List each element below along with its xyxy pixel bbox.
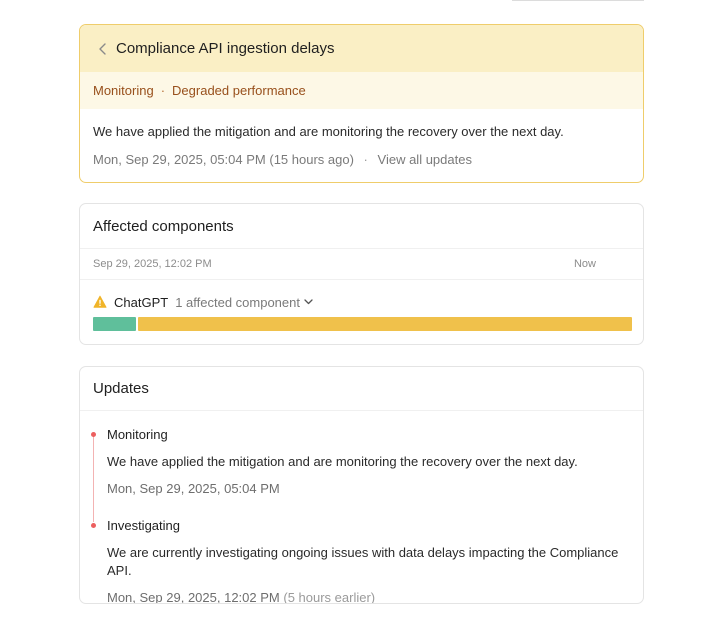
range-end: Now <box>573 258 596 270</box>
updates-card: Updates Monitoring We have applied the m… <box>79 366 644 604</box>
timeline-dot <box>91 432 96 437</box>
time-range: Sep 29, 2025, 12:02 PM Now <box>80 249 643 280</box>
update-message: We are currently investigating ongoing i… <box>107 545 619 578</box>
incident-message: We have applied the mitigation and are m… <box>93 124 564 139</box>
chevron-down-icon <box>304 299 313 305</box>
meta-separator: · <box>363 152 368 167</box>
status-separator: · <box>160 83 166 98</box>
affected-components-card: Affected components Sep 29, 2025, 12:02 … <box>79 203 644 345</box>
update-item: Investigating We are currently investiga… <box>91 498 643 604</box>
incident-relative-time: (15 hours ago) <box>269 152 354 167</box>
chevron-left-icon[interactable] <box>94 40 112 58</box>
incident-header: Compliance API ingestion delays <box>80 25 643 72</box>
incident-status-bar: Monitoring · Degraded performance <box>80 72 643 109</box>
affected-count-label: 1 affected component <box>175 294 300 310</box>
update-item: Monitoring We have applied the mitigatio… <box>91 411 643 498</box>
update-message: We have applied the mitigation and are m… <box>107 454 578 469</box>
incident-severity: Degraded performance <box>172 83 306 98</box>
incident-timestamp: Mon, Sep 29, 2025, 05:04 PM <box>93 152 266 167</box>
incident-status: Monitoring <box>93 83 154 98</box>
update-time: Mon, Sep 29, 2025, 05:04 PM <box>107 480 643 498</box>
updates-timeline: Monitoring We have applied the mitigatio… <box>80 411 643 604</box>
view-all-updates-link[interactable]: View all updates <box>378 152 472 167</box>
incident-title: Compliance API ingestion delays <box>116 40 335 57</box>
update-timestamp: Mon, Sep 29, 2025, 12:02 PM <box>107 590 280 604</box>
incident-card: Compliance API ingestion delays Monitori… <box>79 24 644 183</box>
component-row: ChatGPT 1 affected component <box>80 280 643 311</box>
timeline-dot <box>91 523 96 528</box>
incident-body: We have applied the mitigation and are m… <box>80 109 643 169</box>
status-bar-segment-operational <box>93 317 136 331</box>
status-page: Compliance API ingestion delays Monitori… <box>0 0 720 626</box>
affected-count-toggle[interactable]: 1 affected component <box>175 295 313 310</box>
top-control-edge <box>512 0 644 1</box>
updates-heading: Updates <box>80 367 643 411</box>
timeline-line <box>93 434 94 522</box>
update-timestamp: Mon, Sep 29, 2025, 05:04 PM <box>107 481 280 496</box>
uptime-status-bar <box>93 317 632 331</box>
update-time: Mon, Sep 29, 2025, 12:02 PM (5 hours ear… <box>107 589 643 604</box>
update-status: Investigating <box>107 518 180 533</box>
affected-components-heading: Affected components <box>80 204 643 249</box>
update-status: Monitoring <box>107 427 168 442</box>
incident-meta: Mon, Sep 29, 2025, 05:04 PM (15 hours ag… <box>93 151 630 169</box>
range-start: Sep 29, 2025, 12:02 PM <box>93 258 212 270</box>
update-relative-time: (5 hours earlier) <box>283 590 376 604</box>
component-name: ChatGPT <box>114 294 169 310</box>
status-bar-segment-degraded <box>138 317 632 331</box>
warning-icon <box>93 295 107 308</box>
